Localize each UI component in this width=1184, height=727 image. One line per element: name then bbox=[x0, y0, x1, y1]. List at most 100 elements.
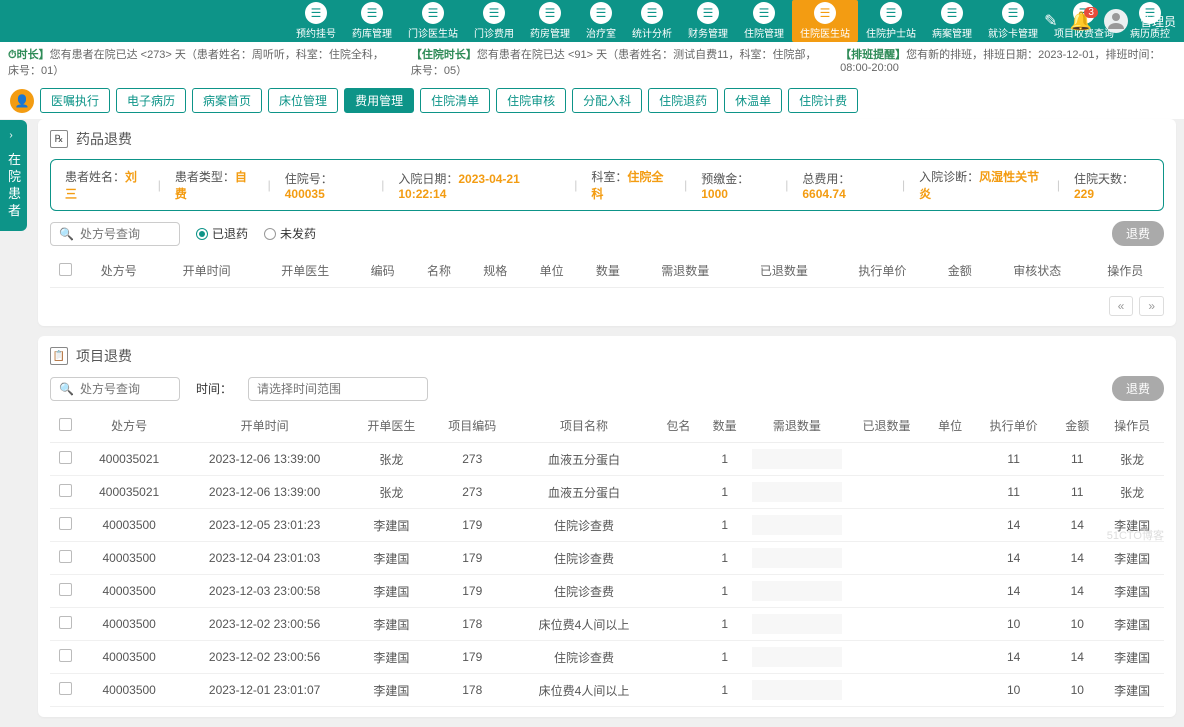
subtab[interactable]: 住院计费 bbox=[788, 88, 858, 113]
drug-search-input[interactable]: 🔍 bbox=[50, 222, 180, 246]
need-refund-input[interactable] bbox=[752, 548, 842, 568]
row-checkbox[interactable] bbox=[59, 583, 72, 596]
row-checkbox[interactable] bbox=[59, 451, 72, 464]
pager-next[interactable]: » bbox=[1139, 296, 1164, 316]
column-header: 金额 bbox=[1054, 409, 1100, 443]
not-dispensed-radio[interactable]: 未发药 bbox=[264, 225, 316, 242]
column-header: 处方号 bbox=[80, 409, 178, 443]
row-checkbox[interactable] bbox=[59, 550, 72, 563]
returned-radio[interactable]: 已退药 bbox=[196, 225, 248, 242]
row-checkbox[interactable] bbox=[59, 682, 72, 695]
nav-item[interactable]: ☰住院医生站 bbox=[792, 0, 858, 42]
nav-icon: ☰ bbox=[483, 2, 505, 24]
need-refund-input[interactable] bbox=[752, 515, 842, 535]
nav-icon: ☰ bbox=[753, 2, 775, 24]
subtab[interactable]: 床位管理 bbox=[268, 88, 338, 113]
subtab[interactable]: 住院审核 bbox=[496, 88, 566, 113]
column-header: 数量 bbox=[702, 409, 748, 443]
search-icon: 🔍 bbox=[59, 227, 74, 241]
nav-item[interactable]: ☰统计分析 bbox=[624, 0, 680, 42]
nav-item[interactable]: ☰药房管理 bbox=[522, 0, 578, 42]
column-header: 编码 bbox=[354, 254, 410, 288]
column-header: 已退数量 bbox=[735, 254, 834, 288]
row-checkbox[interactable] bbox=[59, 616, 72, 629]
column-header: 执行单价 bbox=[833, 254, 932, 288]
nav-item[interactable]: ☰门诊医生站 bbox=[400, 0, 466, 42]
row-checkbox[interactable] bbox=[59, 517, 72, 530]
column-header: 需退数量 bbox=[748, 409, 846, 443]
search-icon: 🔍 bbox=[59, 382, 74, 396]
nav-icon: ☰ bbox=[422, 2, 444, 24]
item-search-input[interactable]: 🔍 bbox=[50, 377, 180, 401]
pager-prev[interactable]: « bbox=[1109, 296, 1134, 316]
nav-icon: ☰ bbox=[361, 2, 383, 24]
edit-icon[interactable]: ✎ bbox=[1044, 11, 1057, 31]
drug-refund-button[interactable]: 退费 bbox=[1112, 221, 1164, 246]
subtab[interactable]: 病案首页 bbox=[192, 88, 262, 113]
nav-item[interactable]: ☰就诊卡管理 bbox=[980, 0, 1046, 42]
table-row: 400035002023-12-04 23:01:03李建国179住院诊查费11… bbox=[50, 542, 1164, 575]
item-panel-title: 项目退费 bbox=[76, 346, 132, 366]
avatar[interactable] bbox=[1104, 9, 1128, 33]
nav-icon: ☰ bbox=[305, 2, 327, 24]
drug-table: 处方号开单时间开单医生编码名称规格单位数量需退数量已退数量执行单价金额审核状态操… bbox=[50, 254, 1164, 288]
item-refund-button[interactable]: 退费 bbox=[1112, 376, 1164, 401]
subtab[interactable]: 医嘱执行 bbox=[40, 88, 110, 113]
column-header: 开单医生 bbox=[351, 409, 432, 443]
column-header: 开单时间 bbox=[157, 254, 256, 288]
item-panel-icon: 📋 bbox=[50, 347, 68, 365]
need-refund-input[interactable] bbox=[752, 581, 842, 601]
table-row: 4000350212023-12-06 13:39:00张龙273血液五分蛋白1… bbox=[50, 476, 1164, 509]
need-refund-input[interactable] bbox=[752, 482, 842, 502]
nav-icon: ☰ bbox=[641, 2, 663, 24]
subtab[interactable]: 住院清单 bbox=[420, 88, 490, 113]
column-header: 开单时间 bbox=[178, 409, 351, 443]
subtab[interactable]: 休温单 bbox=[724, 88, 782, 113]
subtab[interactable]: 费用管理 bbox=[344, 88, 414, 113]
select-all-checkbox[interactable] bbox=[59, 418, 72, 431]
nav-item[interactable]: ☰财务管理 bbox=[680, 0, 736, 42]
column-header: 已退数量 bbox=[846, 409, 927, 443]
select-all-checkbox[interactable] bbox=[59, 263, 72, 276]
column-header: 项目编码 bbox=[432, 409, 513, 443]
nav-icon: ☰ bbox=[814, 2, 836, 24]
need-refund-input[interactable] bbox=[752, 680, 842, 700]
row-checkbox[interactable] bbox=[59, 484, 72, 497]
top-navbar: ☰预约挂号☰药库管理☰门诊医生站☰门诊费用☰药房管理☰治疗室☰统计分析☰财务管理… bbox=[0, 0, 1184, 42]
table-row: 400035002023-12-05 23:01:23李建国179住院诊查费11… bbox=[50, 509, 1164, 542]
column-header: 包名 bbox=[655, 409, 701, 443]
nav-item[interactable]: ☰门诊费用 bbox=[466, 0, 522, 42]
column-header: 数量 bbox=[580, 254, 636, 288]
patient-info-bar: 患者姓名：刘三| 患者类型：自费| 住院号：400035| 入院日期：2023-… bbox=[50, 159, 1164, 211]
need-refund-input[interactable] bbox=[752, 647, 842, 667]
notification-bell-icon[interactable]: 🔔3 bbox=[1070, 11, 1092, 32]
subtab[interactable]: 电子病历 bbox=[116, 88, 186, 113]
column-header: 审核状态 bbox=[988, 254, 1087, 288]
nav-icon: ☰ bbox=[590, 2, 612, 24]
column-header: 开单医生 bbox=[256, 254, 355, 288]
table-row: 400035002023-12-02 23:00:56李建国178床位费4人间以… bbox=[50, 608, 1164, 641]
inpatient-side-tab[interactable]: › 在院患者 bbox=[0, 120, 27, 231]
subtab[interactable]: 住院退药 bbox=[648, 88, 718, 113]
nav-item[interactable]: ☰医保业务 bbox=[1178, 0, 1184, 42]
column-header: 规格 bbox=[467, 254, 523, 288]
nav-item[interactable]: ☰治疗室 bbox=[578, 0, 624, 42]
table-row: 4000350212023-12-06 13:39:00张龙273血液五分蛋白1… bbox=[50, 443, 1164, 476]
table-row: 400035002023-12-02 23:00:56李建国179住院诊查费11… bbox=[50, 641, 1164, 674]
item-refund-panel: 📋 项目退费 🔍 时间： 退费 处方号开单时间开单医生项目编码项目名称包名数量需… bbox=[38, 336, 1176, 717]
nav-icon: ☰ bbox=[880, 2, 902, 24]
column-header: 单位 bbox=[523, 254, 579, 288]
need-refund-input[interactable] bbox=[752, 449, 842, 469]
table-row: 400035002023-12-03 23:00:58李建国179住院诊查费11… bbox=[50, 575, 1164, 608]
time-range-input[interactable] bbox=[248, 377, 428, 401]
need-refund-input[interactable] bbox=[752, 614, 842, 634]
column-header: 操作员 bbox=[1086, 254, 1164, 288]
subtab[interactable]: 分配入科 bbox=[572, 88, 642, 113]
nav-item[interactable]: ☰预约挂号 bbox=[288, 0, 344, 42]
nav-item[interactable]: ☰住院管理 bbox=[736, 0, 792, 42]
nav-item[interactable]: ☰病案管理 bbox=[924, 0, 980, 42]
drug-refund-panel: ℞ 药品退费 患者姓名：刘三| 患者类型：自费| 住院号：400035| 入院日… bbox=[38, 119, 1176, 326]
nav-item[interactable]: ☰药库管理 bbox=[344, 0, 400, 42]
row-checkbox[interactable] bbox=[59, 649, 72, 662]
nav-item[interactable]: ☰住院护士站 bbox=[858, 0, 924, 42]
